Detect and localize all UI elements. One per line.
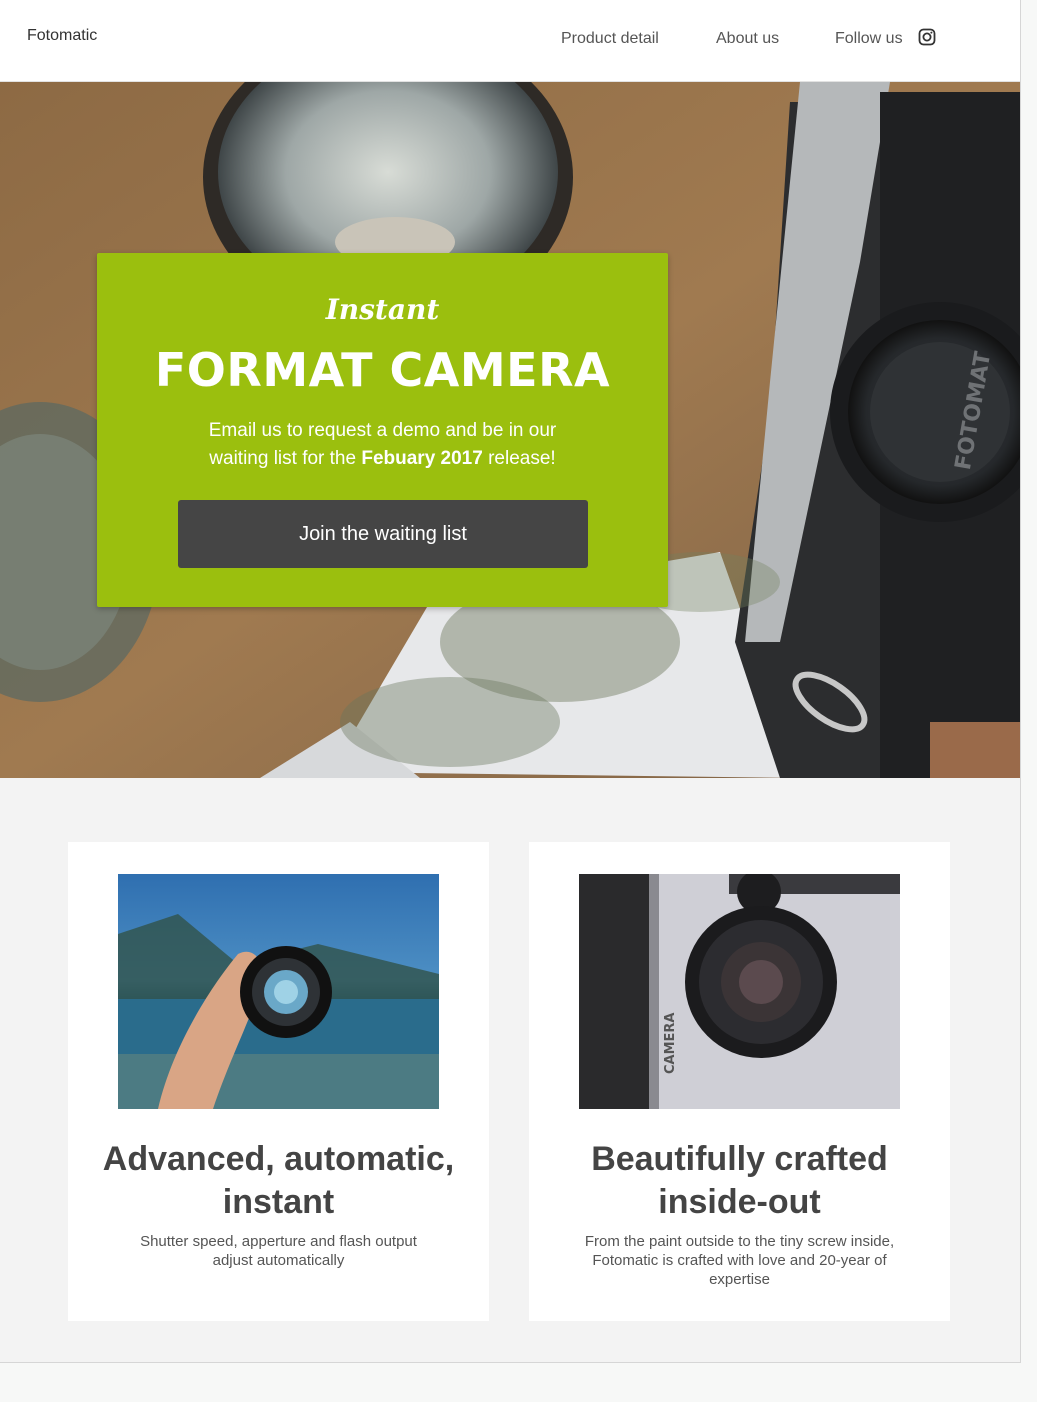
instagram-icon[interactable] (918, 28, 936, 46)
nav-follow-us[interactable]: Follow us (835, 30, 903, 48)
page: Fotomatic Product detail About us Follow… (0, 0, 1021, 1363)
nav-product-detail[interactable]: Product detail (561, 30, 659, 48)
camera-closeup-text: CAMERA (663, 1013, 678, 1075)
brand-logo-link[interactable]: Fotomatic (27, 27, 97, 45)
promo-description: Email us to request a demo and be in our… (192, 417, 573, 473)
feature-title-automatic: Advanced, automatic, instant (102, 1140, 455, 1221)
feature-card-crafted: CAMERA Beautifully crafted inside-out Fr… (529, 842, 950, 1321)
feature-image-lens-in-hand (118, 874, 439, 1109)
feature-description-automatic: Shutter speed, apperture and flash outpu… (140, 1233, 417, 1269)
hero-section: FOTOMAT Instant FORMAT CAMERA Email us t… (0, 82, 1020, 778)
feature-card-automatic: Advanced, automatic, instant Shutter spe… (68, 842, 489, 1321)
feature-description-crafted: From the paint outside to the tiny screw… (584, 1233, 895, 1288)
promo-release-date: Febuary 2017 (361, 448, 483, 469)
join-waiting-list-button[interactable]: Join the waiting list (178, 500, 588, 568)
promo-panel: Instant FORMAT CAMERA Email us to reques… (97, 253, 668, 607)
promo-script-title: Instant (325, 293, 440, 326)
feature-title-crafted: Beautifully crafted inside-out (591, 1140, 888, 1221)
feature-image-camera-closeup: CAMERA (579, 874, 900, 1109)
nav-about-us[interactable]: About us (716, 30, 779, 48)
promo-title: FORMAT CAMERA (154, 343, 611, 397)
site-header: Fotomatic Product detail About us Follow… (0, 0, 1020, 82)
promo-description-end: release! (482, 448, 556, 469)
